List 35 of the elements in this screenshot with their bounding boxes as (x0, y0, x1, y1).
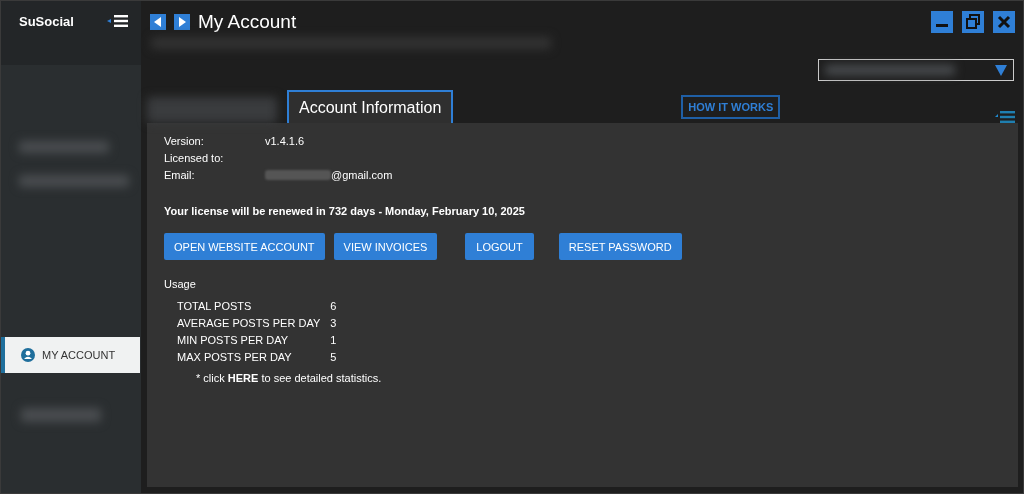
stat-value: 5 (330, 351, 338, 363)
field-value: @gmail.com (331, 169, 393, 181)
stat-label: AVERAGE POSTS PER DAY (177, 317, 321, 329)
statistics-note: * click HERE to see detailed statistics. (196, 372, 383, 384)
stat-value: 6 (330, 300, 338, 312)
stat-label: MAX POSTS PER DAY (177, 351, 293, 363)
action-button[interactable]: OPEN WEBSITE ACCOUNT (164, 233, 325, 260)
minimize-icon[interactable] (931, 11, 953, 33)
field-value: v1.4.1.6 (265, 135, 305, 147)
field-label: Email: (164, 169, 196, 181)
forward-icon[interactable] (174, 14, 190, 30)
sidebar-item[interactable]: MY ACCOUNT (1, 337, 140, 373)
menu-icon[interactable] (107, 14, 129, 28)
field-label: Licensed to: (164, 152, 225, 164)
action-button[interactable]: RESET PASSWORD (558, 233, 682, 260)
stat-label: TOTAL POSTS (177, 300, 253, 312)
field-label: Version: (164, 135, 205, 147)
action-button[interactable]: LOGOUT (465, 233, 534, 260)
close-icon[interactable] (993, 11, 1015, 33)
account-dropdown[interactable] (818, 59, 1014, 81)
list-menu-icon[interactable] (995, 111, 1015, 123)
tab[interactable]: Account Information (287, 90, 454, 123)
app-name: SuSocial (19, 14, 74, 29)
action-button[interactable]: VIEW INVOICES (333, 233, 438, 260)
stat-label: MIN POSTS PER DAY (177, 334, 290, 346)
window-title: My Account (198, 11, 297, 33)
dropdown-arrow-icon (995, 64, 1007, 76)
restore-icon[interactable] (962, 11, 984, 33)
user-icon (21, 348, 35, 362)
back-icon[interactable] (150, 14, 166, 30)
stat-value: 3 (330, 317, 338, 329)
stat-value: 1 (330, 334, 338, 346)
license-notice: Your license will be renewed in 732 days - Monday, February 10, 2025 (164, 205, 526, 217)
how-it-works-button[interactable]: HOW IT WORKS (681, 94, 781, 119)
usage-title: Usage (164, 278, 197, 290)
